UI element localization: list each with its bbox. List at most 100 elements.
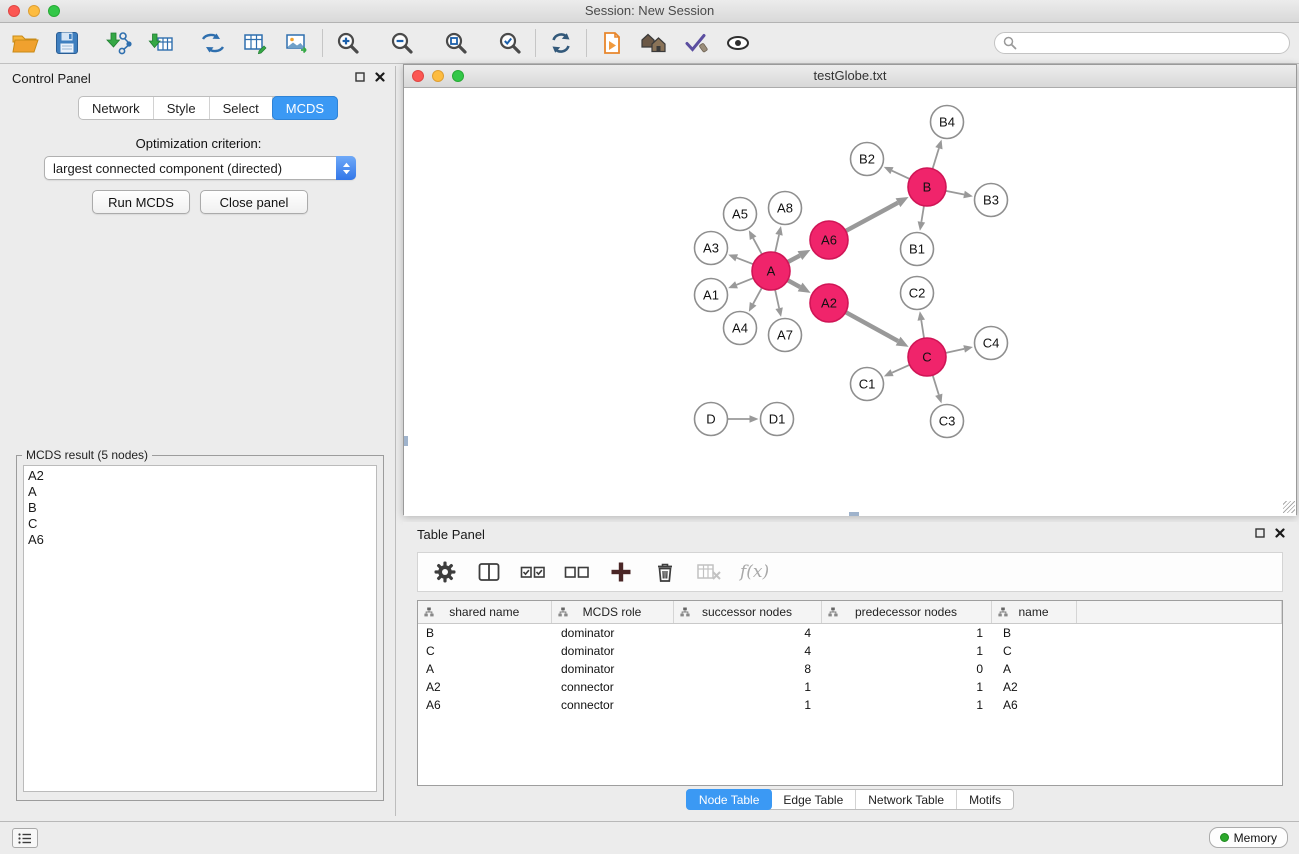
graph-edge-A-A1[interactable] [737, 278, 755, 285]
column-header-name[interactable]: name [991, 601, 1076, 624]
column-header-shared-name[interactable]: shared name [418, 601, 551, 624]
close-panel-icon[interactable] [1275, 528, 1285, 538]
graph-edge-A-A2[interactable] [787, 280, 800, 287]
graph-node-A2[interactable]: A2 [810, 284, 848, 322]
refresh-layout-button[interactable] [546, 28, 576, 58]
graph-node-A[interactable]: A [752, 252, 790, 290]
tab-motifs[interactable]: Motifs [957, 790, 1013, 809]
tab-node-table[interactable]: Node Table [686, 789, 773, 810]
tab-network-table[interactable]: Network Table [856, 790, 957, 809]
zoom-fit-button[interactable] [441, 28, 471, 58]
resize-handle[interactable] [1283, 501, 1295, 513]
result-item[interactable]: A2 [28, 468, 372, 484]
new-network-button[interactable] [198, 28, 228, 58]
column-header-predecessor-nodes[interactable]: predecessor nodes [821, 601, 991, 624]
graph-node-B4[interactable]: B4 [931, 106, 964, 139]
graph-node-A8[interactable]: A8 [769, 192, 802, 225]
result-item[interactable]: A6 [28, 532, 372, 548]
column-header-successor-nodes[interactable]: successor nodes [673, 601, 821, 624]
graph-node-B2[interactable]: B2 [851, 143, 884, 176]
result-item[interactable]: B [28, 500, 372, 516]
graph-node-B[interactable]: B [908, 168, 946, 206]
graph-node-C[interactable]: C [908, 338, 946, 376]
node-table[interactable]: shared name MCDS role successor nodes [417, 600, 1283, 786]
graph-edge-B-B1[interactable] [921, 205, 924, 222]
show-columns-button[interactable] [474, 557, 504, 587]
open-session-button[interactable] [10, 28, 40, 58]
new-table-button[interactable] [240, 28, 270, 58]
search-input[interactable] [1022, 35, 1281, 52]
network-graph[interactable]: B4 B2 B B3 A5 A8A6 B1 A3 A C2 A1 A2 A4 A7 C4 C C1 C3 D D1 [404, 88, 1296, 516]
graph-edge-C-C2[interactable] [921, 320, 924, 339]
tab-edge-table[interactable]: Edge Table [771, 790, 856, 809]
graph-edge-A2-C[interactable] [845, 312, 898, 341]
table-settings-button[interactable] [430, 557, 460, 587]
network-window-titlebar[interactable]: testGlobe.txt [404, 65, 1296, 88]
tab-mcds[interactable]: MCDS [272, 96, 338, 120]
float-panel-icon[interactable] [1255, 528, 1265, 538]
import-table-button[interactable] [146, 28, 176, 58]
graph-edge-A-A4[interactable] [753, 287, 762, 304]
add-column-button[interactable] [606, 557, 636, 587]
graph-edge-A6-B[interactable] [845, 203, 898, 232]
import-network-button[interactable] [104, 28, 134, 58]
graph-edge-C-C3[interactable] [932, 374, 938, 395]
graph-edge-A-A6[interactable] [787, 256, 800, 263]
graph-edge-B-B2[interactable] [892, 171, 911, 180]
network-canvas[interactable]: B4 B2 B B3 A5 A8A6 B1 A3 A C2 A1 A2 A4 A7 C4 C C1 C3 D D1 [404, 88, 1296, 516]
export-image-button[interactable] [282, 28, 312, 58]
graph-node-A3[interactable]: A3 [695, 232, 728, 265]
table-row[interactable]: A6connector11A6 [418, 696, 1282, 714]
graph-node-A4[interactable]: A4 [724, 312, 757, 345]
graph-node-A6[interactable]: A6 [810, 221, 848, 259]
graph-node-C4[interactable]: C4 [975, 327, 1008, 360]
graph-node-A1[interactable]: A1 [695, 279, 728, 312]
graph-edge-A-A8[interactable] [775, 235, 779, 254]
graph-edge-B-B3[interactable] [945, 191, 964, 195]
graph-node-C2[interactable]: C2 [901, 277, 934, 310]
apply-style-button[interactable] [681, 28, 711, 58]
mcds-result-list[interactable]: A2ABCA6 [23, 465, 377, 792]
toolbar-search[interactable] [994, 32, 1290, 54]
graph-node-D[interactable]: D [695, 403, 728, 436]
result-item[interactable]: C [28, 516, 372, 532]
graph-node-C3[interactable]: C3 [931, 405, 964, 438]
graph-node-B3[interactable]: B3 [975, 184, 1008, 217]
deselect-all-columns-button[interactable] [562, 557, 592, 587]
graph-edge-A-A5[interactable] [753, 238, 762, 255]
function-builder-button[interactable]: f(x) [740, 562, 769, 582]
save-session-button[interactable] [52, 28, 82, 58]
graph-node-D1[interactable]: D1 [761, 403, 794, 436]
zoom-out-button[interactable] [387, 28, 417, 58]
graph-edge-A-A7[interactable] [775, 289, 779, 309]
graph-edge-A-A3[interactable] [737, 258, 755, 265]
optimization-criterion-select[interactable]: largest connected component (directed) [44, 156, 356, 180]
graph-node-B1[interactable]: B1 [901, 233, 934, 266]
memory-button[interactable]: Memory [1209, 827, 1288, 848]
graph-node-A5[interactable]: A5 [724, 198, 757, 231]
tab-network[interactable]: Network [79, 97, 154, 119]
graph-edge-C-C1[interactable] [892, 364, 911, 372]
zoom-selected-button[interactable] [495, 28, 525, 58]
result-item[interactable]: A [28, 484, 372, 500]
graph-node-A7[interactable]: A7 [769, 319, 802, 352]
show-hide-button[interactable] [723, 28, 753, 58]
annotation-document-button[interactable] [597, 28, 627, 58]
float-panel-icon[interactable] [355, 72, 365, 82]
task-history-button[interactable] [12, 828, 38, 848]
run-mcds-button[interactable]: Run MCDS [92, 190, 190, 214]
zoom-in-button[interactable] [333, 28, 363, 58]
graph-edge-B-B4[interactable] [932, 148, 939, 170]
select-all-columns-button[interactable] [518, 557, 548, 587]
close-panel-button[interactable]: Close panel [200, 190, 308, 214]
network-overview-button[interactable] [639, 28, 669, 58]
tab-style[interactable]: Style [154, 97, 210, 119]
graph-edge-C-C4[interactable] [945, 349, 965, 353]
column-header-mcds-role[interactable]: MCDS role [551, 601, 673, 624]
tab-select[interactable]: Select [210, 97, 273, 119]
delete-table-button[interactable] [694, 557, 724, 587]
table-row[interactable]: A2connector11A2 [418, 678, 1282, 696]
table-row[interactable]: Adominator80A [418, 660, 1282, 678]
close-panel-icon[interactable] [375, 72, 385, 82]
graph-node-C1[interactable]: C1 [851, 368, 884, 401]
